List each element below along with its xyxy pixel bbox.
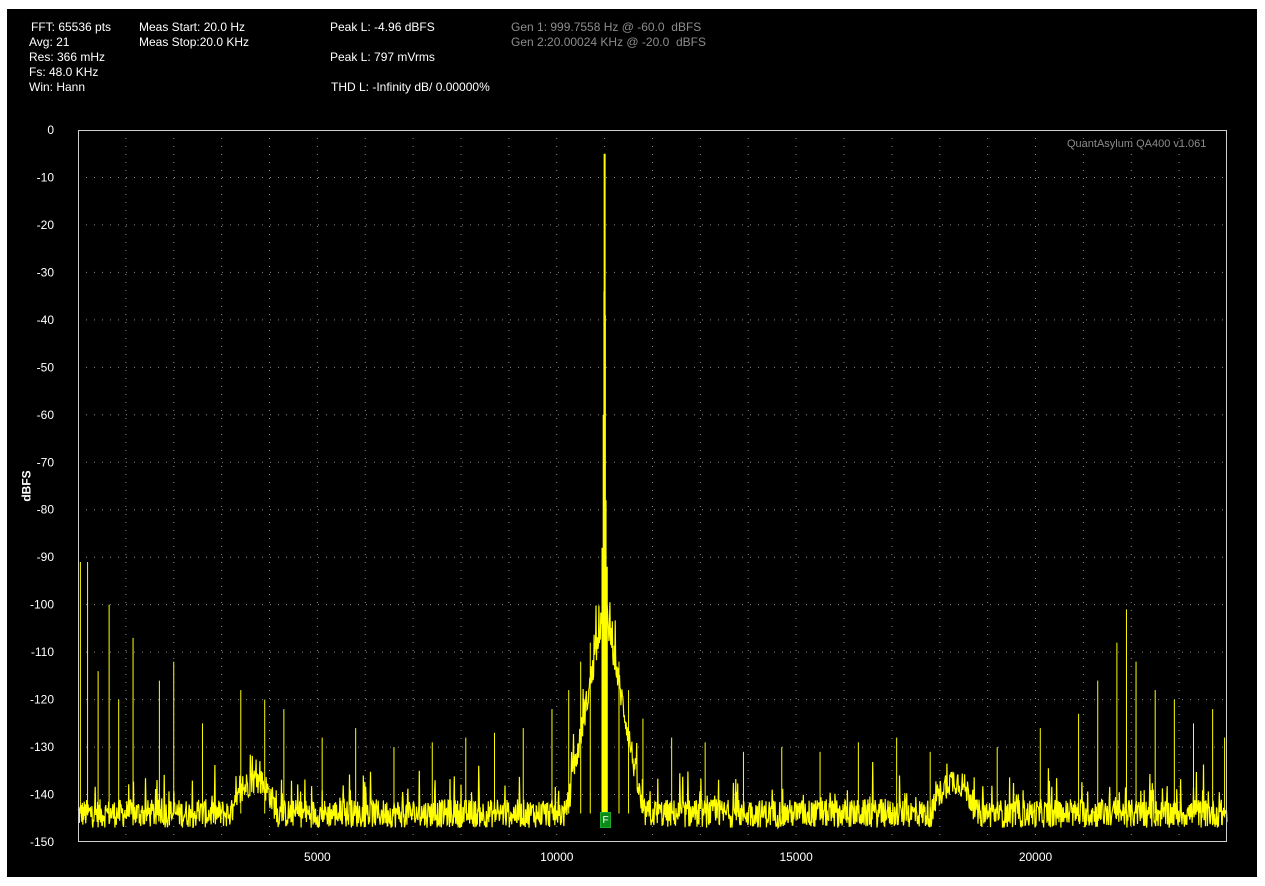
y-tick-label: -70 bbox=[37, 455, 55, 469]
y-tick-label: -10 bbox=[37, 170, 55, 184]
y-tick-label: -100 bbox=[30, 598, 54, 612]
y-tick-label: -90 bbox=[37, 550, 55, 564]
y-tick-label: 0 bbox=[47, 123, 54, 137]
x-tick-label: 5000 bbox=[304, 850, 331, 864]
y-tick-label: -20 bbox=[37, 218, 55, 232]
y-tick-label: -40 bbox=[37, 313, 55, 327]
plot-frame bbox=[78, 130, 1227, 842]
fundamental-marker[interactable]: F bbox=[600, 812, 611, 828]
analyzer-screen: FFT: 65536 pts Avg: 21 Res: 366 mHz Fs: … bbox=[7, 9, 1257, 877]
x-tick-label: 20000 bbox=[1019, 850, 1053, 864]
y-tick-label: -50 bbox=[37, 360, 55, 374]
y-tick-label: -60 bbox=[37, 408, 55, 422]
x-tick-label: 10000 bbox=[540, 850, 574, 864]
y-tick-label: -140 bbox=[30, 788, 54, 802]
x-tick-label: 15000 bbox=[779, 850, 813, 864]
y-tick-label: -150 bbox=[30, 835, 54, 849]
y-tick-label: -130 bbox=[30, 740, 54, 754]
y-tick-label: -80 bbox=[37, 503, 55, 517]
watermark: QuantAsylum QA400 v1.061 bbox=[1067, 138, 1207, 150]
y-tick-label: -110 bbox=[31, 645, 54, 659]
y-tick-label: -120 bbox=[30, 693, 54, 707]
y-tick-label: -30 bbox=[37, 265, 55, 279]
